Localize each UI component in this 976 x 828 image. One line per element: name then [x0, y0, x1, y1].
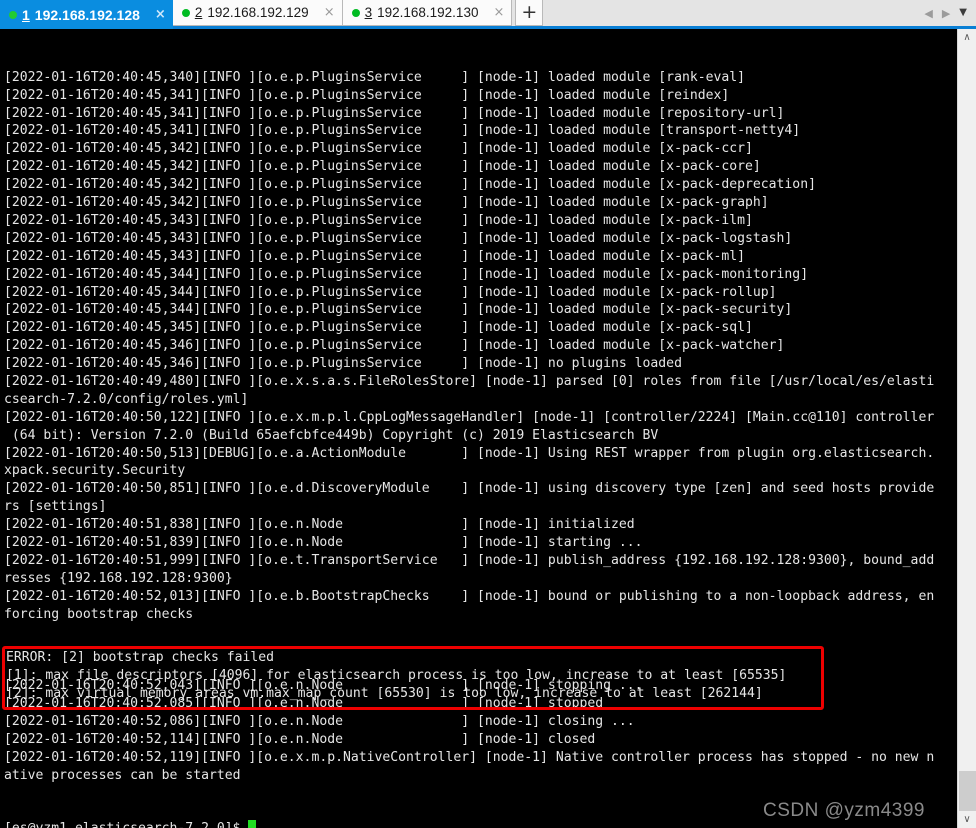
log-line: [2022-01-16T20:40:52,086][INFO ][o.e.n.N…: [4, 713, 635, 729]
tab-status-dot-icon: [351, 8, 360, 17]
tab-status-dot-icon: [181, 8, 190, 17]
tab-status-dot-icon: [9, 10, 17, 19]
log-line: [2022-01-16T20:40:50,122][INFO ][o.e.x.m…: [4, 409, 935, 425]
error-line: [2]: max virtual memory areas vm.max_map…: [6, 685, 763, 701]
terminal-scrollbar[interactable]: ∧ ∨: [957, 29, 976, 828]
scroll-tabs-left-icon[interactable]: ◀: [924, 8, 932, 19]
tab-number: 1: [22, 6, 30, 23]
log-line: [2022-01-16T20:40:45,344][INFO ][o.e.p.P…: [4, 284, 777, 300]
log-line: csearch-7.2.0/config/roles.yml]: [4, 391, 249, 407]
chevron-down-icon[interactable]: ▼: [959, 8, 967, 18]
log-line: xpack.security.Security: [4, 463, 186, 479]
tab-bar-controls: ◀ ▶ ▼: [924, 0, 976, 26]
log-line: [2022-01-16T20:40:45,343][INFO ][o.e.p.P…: [4, 212, 753, 228]
log-line: [2022-01-16T20:40:52,114][INFO ][o.e.n.N…: [4, 731, 596, 747]
log-line: [2022-01-16T20:40:50,513][DEBUG][o.e.a.A…: [4, 445, 935, 461]
log-line: [2022-01-16T20:40:45,341][INFO ][o.e.p.P…: [4, 87, 730, 103]
log-line: [2022-01-16T20:40:49,480][INFO ][o.e.x.s…: [4, 373, 935, 389]
tab-label: 192.168.192.129: [207, 5, 309, 20]
log-line: ative processes can be started: [4, 767, 241, 783]
log-line: [2022-01-16T20:40:45,346][INFO ][o.e.p.P…: [4, 356, 682, 372]
log-line: forcing bootstrap checks: [4, 606, 194, 622]
log-line: [2022-01-16T20:40:51,839][INFO ][o.e.n.N…: [4, 534, 643, 550]
log-line: [2022-01-16T20:40:45,341][INFO ][o.e.p.P…: [4, 105, 785, 121]
log-line: resses {192.168.192.128:9300}: [4, 570, 233, 586]
tab-bar: 1 192.168.192.128 × 2 192.168.192.129 × …: [0, 0, 976, 29]
tab-label: 192.168.192.128: [34, 6, 140, 23]
tab-number: 3: [364, 5, 373, 20]
scroll-tabs-right-icon[interactable]: ▶: [942, 8, 950, 19]
error-line: ERROR: [2] bootstrap checks failed: [6, 650, 275, 665]
tab-3[interactable]: 3 192.168.192.130 ×: [342, 0, 513, 26]
log-line: rs [settings]: [4, 499, 107, 515]
tab-label: 192.168.192.130: [377, 5, 479, 20]
log-line: [2022-01-16T20:40:45,342][INFO ][o.e.p.P…: [4, 195, 769, 211]
scroll-down-icon[interactable]: ∨: [958, 811, 976, 828]
log-line: [2022-01-16T20:40:45,342][INFO ][o.e.p.P…: [4, 177, 816, 193]
log-line: [2022-01-16T20:40:52,013][INFO ][o.e.b.B…: [4, 588, 935, 604]
log-line: [2022-01-16T20:40:45,343][INFO ][o.e.p.P…: [4, 230, 793, 246]
log-line: [2022-01-16T20:40:45,341][INFO ][o.e.p.P…: [4, 123, 801, 139]
log-line: [2022-01-16T20:40:50,851][INFO ][o.e.d.D…: [4, 481, 935, 497]
log-line: [2022-01-16T20:40:45,342][INFO ][o.e.p.P…: [4, 141, 753, 157]
scroll-up-icon[interactable]: ∧: [958, 29, 976, 46]
tab-2[interactable]: 2 192.168.192.129 ×: [172, 0, 343, 26]
log-line: [2022-01-16T20:40:45,344][INFO ][o.e.p.P…: [4, 302, 793, 318]
shell-prompt: [es@yzm1 elasticsearch-7.2.0]$: [4, 820, 957, 828]
log-line: [2022-01-16T20:40:51,838][INFO ][o.e.n.N…: [4, 517, 635, 533]
error-line: [1]: max file descriptors [4096] for ela…: [6, 667, 787, 683]
cursor-block: [248, 820, 257, 828]
new-tab-button[interactable]: +: [515, 0, 544, 26]
log-line: [2022-01-16T20:40:45,342][INFO ][o.e.p.P…: [4, 159, 761, 175]
log-line: [2022-01-16T20:40:45,343][INFO ][o.e.p.P…: [4, 248, 746, 264]
log-line: [2022-01-16T20:40:52,119][INFO ][o.e.x.m…: [4, 749, 935, 765]
scrollbar-thumb[interactable]: [959, 771, 976, 811]
log-line: [2022-01-16T20:40:51,999][INFO ][o.e.t.T…: [4, 552, 935, 568]
tab-1[interactable]: 1 192.168.192.128 ×: [0, 0, 173, 29]
bootstrap-error-text: ERROR: [2] bootstrap checks failed [1]: m…: [6, 649, 786, 703]
log-line: [2022-01-16T20:40:45,346][INFO ][o.e.p.P…: [4, 338, 785, 354]
log-line: [2022-01-16T20:40:45,340][INFO ][o.e.p.P…: [4, 69, 746, 85]
prompt-text: [es@yzm1 elasticsearch-7.2.0]$: [4, 821, 248, 828]
log-line: [2022-01-16T20:40:45,344][INFO ][o.e.p.P…: [4, 266, 809, 282]
tab-number: 2: [194, 5, 203, 20]
close-icon[interactable]: ×: [324, 6, 335, 19]
close-icon[interactable]: ×: [493, 6, 504, 19]
log-line: (64 bit): Version 7.2.0 (Build 65aefcbfc…: [4, 427, 659, 443]
terminal-output[interactable]: [2022-01-16T20:40:45,340][INFO ][o.e.p.P…: [0, 29, 957, 828]
terminal-window: [2022-01-16T20:40:45,340][INFO ][o.e.p.P…: [0, 29, 976, 828]
watermark: CSDN @yzm4399: [763, 800, 925, 822]
log-line: [2022-01-16T20:40:45,345][INFO ][o.e.p.P…: [4, 320, 753, 336]
close-icon[interactable]: ×: [155, 8, 166, 21]
tab-bar-spacer: [543, 0, 924, 26]
